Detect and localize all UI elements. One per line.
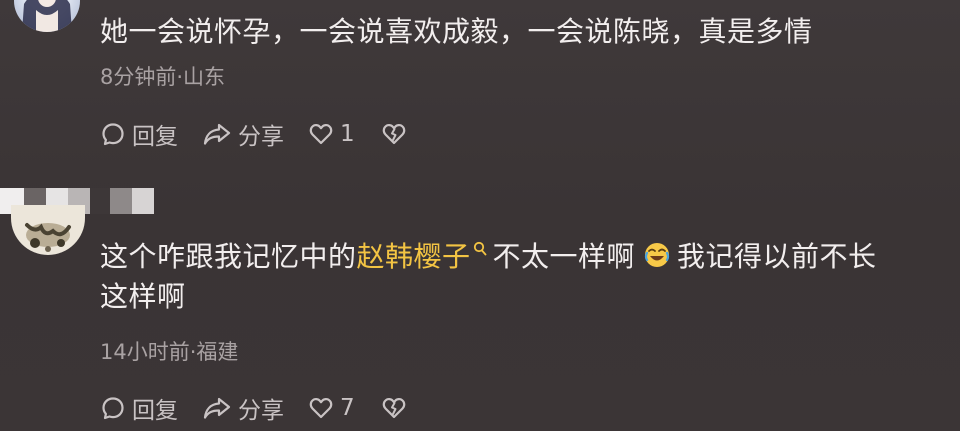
like-count: 1 xyxy=(340,121,355,147)
reply-button[interactable]: 回复 xyxy=(100,117,178,151)
like-icon xyxy=(309,398,333,419)
share-label: 分享 xyxy=(238,398,284,424)
comment-text: 这个咋跟我记忆中的赵韩樱子 不太一样啊 我记得以前不长 这样啊 xyxy=(100,240,877,313)
comment-meta: 8分钟前·山东 xyxy=(100,65,226,89)
dislike-icon xyxy=(382,124,405,145)
comment-text: 她一会说怀孕，一会说喜欢成毅，一会说陈晓，真是多情 xyxy=(100,15,813,48)
like-icon xyxy=(309,124,333,145)
like-button[interactable]: 7 xyxy=(308,395,355,421)
share-icon xyxy=(203,123,231,145)
comment-actions: 回复 分享 7 xyxy=(100,391,407,425)
comment-actions: 回复 分享 1 xyxy=(100,117,407,151)
reply-label: 回复 xyxy=(132,124,178,150)
reply-button[interactable]: 回复 xyxy=(100,391,178,425)
dislike-button[interactable] xyxy=(381,122,407,146)
like-count: 7 xyxy=(340,395,355,421)
reply-icon xyxy=(102,397,124,420)
like-button[interactable]: 1 xyxy=(308,121,355,147)
avatar-image xyxy=(25,223,71,252)
mention-link[interactable]: 赵韩樱子 xyxy=(357,240,487,273)
search-icon xyxy=(473,241,486,256)
avatar-image xyxy=(22,0,72,32)
comment-meta: 14小时前·福建 xyxy=(100,340,239,364)
share-icon xyxy=(203,397,231,419)
share-button[interactable]: 分享 xyxy=(202,391,284,425)
reply-icon xyxy=(102,123,124,146)
reply-label: 回复 xyxy=(132,398,178,424)
share-label: 分享 xyxy=(238,124,284,150)
comment-item: 这个咋跟我记忆中的赵韩樱子 不太一样啊 我记得以前不长 这样啊 14小时前·福建 回复… xyxy=(0,180,960,431)
dislike-button[interactable] xyxy=(381,396,407,420)
dislike-icon xyxy=(382,398,405,419)
comment-item: 她一会说怀孕，一会说喜欢成毅，一会说陈晓，真是多情 8分钟前·山东 回复 分享 … xyxy=(0,0,960,180)
avatar[interactable] xyxy=(11,205,85,255)
share-button[interactable]: 分享 xyxy=(202,117,284,151)
laughing-emoji-icon xyxy=(644,243,670,267)
avatar[interactable] xyxy=(14,0,80,32)
